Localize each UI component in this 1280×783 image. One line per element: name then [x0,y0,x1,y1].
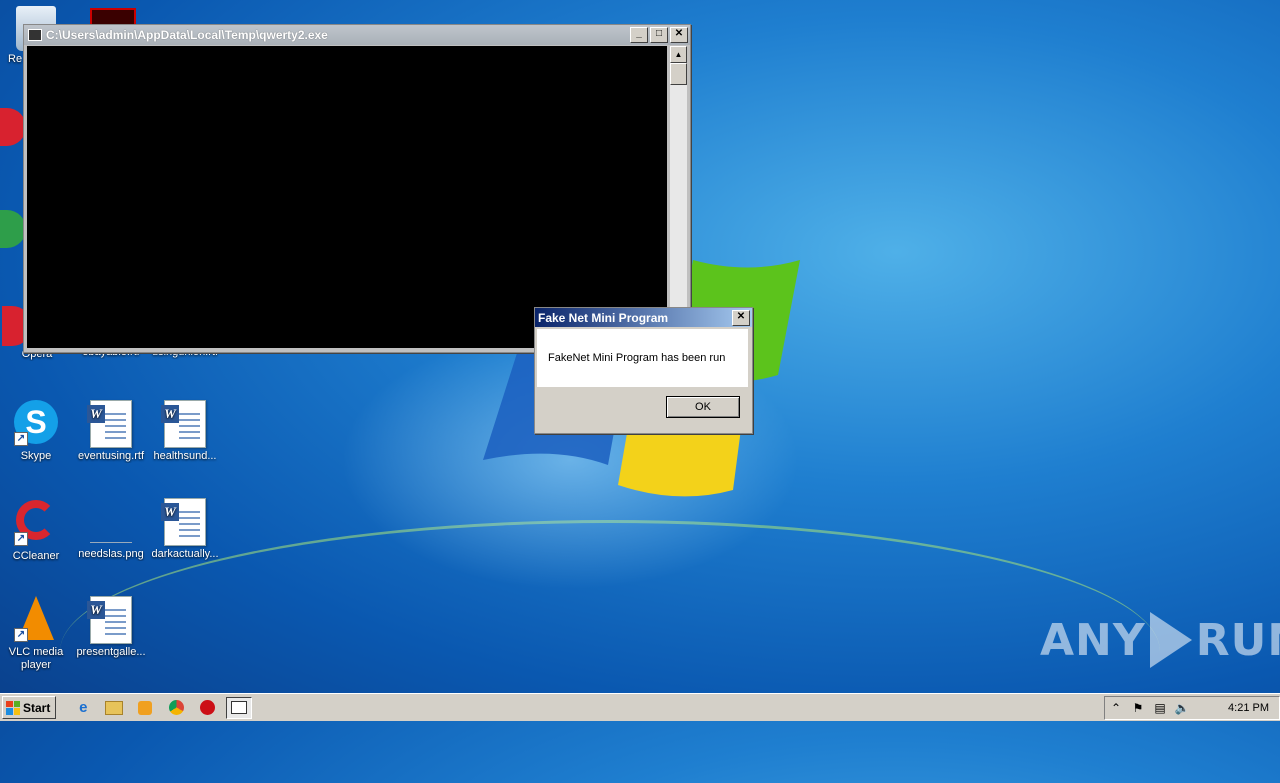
console-app-icon [28,29,42,41]
taskbar-console-button[interactable] [226,696,253,719]
desktop-icon-skype[interactable]: S ↗ Skype [0,400,73,463]
desktop-icon-healthsund[interactable]: W healthsund... [148,400,222,463]
console-window[interactable]: C:\Users\admin\AppData\Local\Temp\qwerty… [23,24,691,353]
media-player-icon[interactable] [134,697,156,719]
vertical-scrollbar[interactable]: ▲ [670,46,687,348]
clock[interactable]: 4:21 PM [1228,702,1269,714]
console-task-icon [231,701,248,714]
ie-icon[interactable]: e [72,697,94,719]
message-box-close-button[interactable]: ✕ [732,309,750,326]
network-icon[interactable]: ▤ [1149,701,1171,715]
desktop-icon-presentgalle[interactable]: W presentgalle... [74,596,148,659]
watermark-left: ANY [1040,614,1146,666]
minimize-button[interactable]: _ [630,27,648,43]
desktop-icon-needslas[interactable]: needslas.png [74,498,148,561]
console-titlebar[interactable]: C:\Users\admin\AppData\Local\Temp\qwerty… [24,25,690,45]
start-label: Start [23,700,51,715]
console-title: C:\Users\admin\AppData\Local\Temp\qwerty… [46,28,328,42]
chrome-icon[interactable] [165,697,187,719]
desktop-icon-darkactually[interactable]: W darkactually... [148,498,222,561]
message-box-titlebar[interactable]: Fake Net Mini Program ✕ [535,308,752,327]
show-hidden-icons-icon[interactable]: ⌃ [1105,701,1127,715]
message-text: FakeNet Mini Program has been run [548,352,726,364]
desktop-icon-ccleaner[interactable]: ↗ CCleaner [0,498,73,563]
anyrun-watermark: ANY RUN [1040,612,1280,668]
desktop-icon-eventusing[interactable]: W eventusing.rtf [74,400,148,463]
word-doc-icon: W [161,400,206,448]
taskbar: Start e ⌃ ⚑ ▤ 🔈 4:21 PM [0,693,1280,721]
message-box-title: Fake Net Mini Program [538,310,669,325]
ok-button[interactable]: OK [666,396,740,418]
skype-icon: S ↗ [12,400,60,448]
vlc-icon: ↗ [12,596,60,644]
word-doc-icon: W [87,596,132,644]
ccleaner-icon: ↗ [12,500,60,548]
explorer-icon[interactable] [103,697,125,719]
console-output-area[interactable] [27,46,667,348]
word-doc-icon: W [161,498,206,546]
watermark-right: RUN [1195,614,1280,666]
start-button[interactable]: Start [2,696,57,719]
maximize-button[interactable]: □ [650,27,668,43]
desktop-icon-vlc[interactable]: ↗ VLC media player [0,596,73,672]
message-box-body: FakeNet Mini Program has been run [537,329,748,387]
action-center-flag-icon[interactable]: ⚑ [1127,701,1149,715]
word-doc-icon: W [87,400,132,448]
volume-icon[interactable]: 🔈 [1171,701,1193,715]
opera-icon[interactable] [196,697,218,719]
close-button[interactable]: ✕ [670,27,688,43]
play-logo-icon [1149,612,1192,668]
scroll-thumb[interactable] [670,63,687,85]
image-icon [87,498,135,546]
message-box-dialog[interactable]: Fake Net Mini Program ✕ FakeNet Mini Pro… [534,307,753,434]
windows-logo-icon [6,700,20,715]
system-tray: ⌃ ⚑ ▤ 🔈 4:21 PM [1104,696,1280,720]
scroll-up-arrow-icon[interactable]: ▲ [670,46,687,63]
